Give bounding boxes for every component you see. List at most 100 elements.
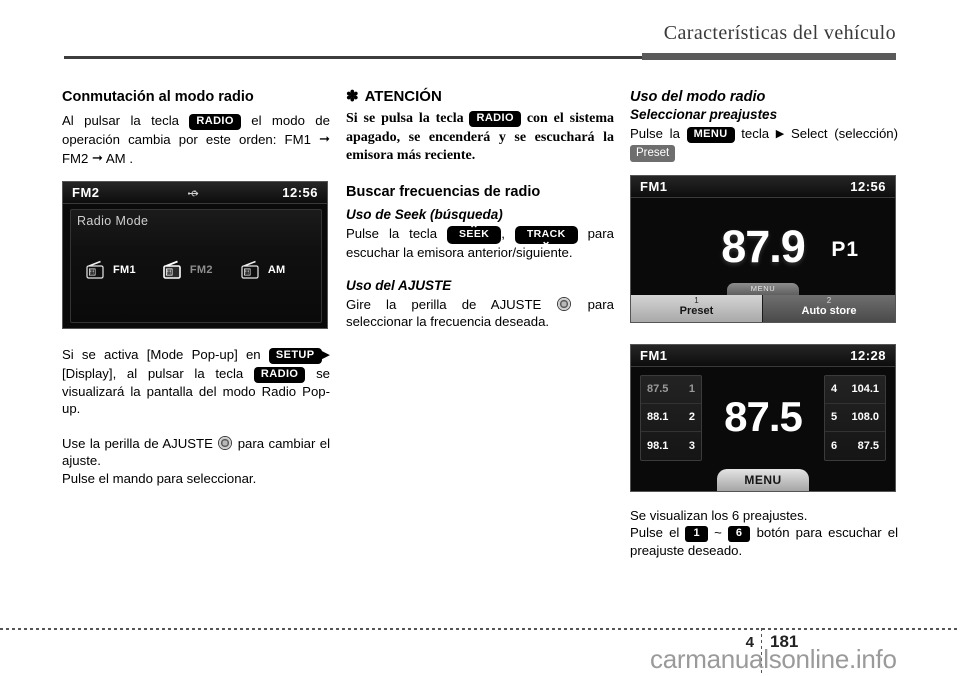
paragraph-pulse-mando: Pulse el mando para seleccionar. [62,470,257,486]
text-fragment: FM2 [62,150,89,166]
paragraph-modo-radio: Al pulsar la tecla RADIO el modo de oper… [62,112,330,167]
column-right: Uso del modo radio Seleccionar preajuste… [630,88,898,560]
preset-number: 5 [831,411,838,424]
text-fragment: Use la perilla de AJUSTE [62,435,213,451]
status-band-label: FM1 [640,178,668,194]
radio-mode-options: FM1 FM2 AM [79,250,315,290]
key-badge-setup: SETUP [268,348,322,365]
usb-icon [188,190,199,197]
preset-row[interactable]: 6 87.5 [825,432,885,460]
text-fragment: Gire la perilla de AJUSTE [346,296,542,312]
tab-number: 1 [694,295,699,305]
preset-number: 1 [688,383,695,396]
status-band-label: FM2 [72,185,100,201]
subheading-seek: Uso de Seek (búsqueda) [346,206,503,222]
text-fragment: Si se pulsa la tecla [346,111,464,126]
column-middle: ✽ ATENCIÓN Si se pulsa la tecla RADIO co… [346,88,614,331]
preset-row[interactable]: 98.1 3 [641,432,701,460]
radio-option-label: FM2 [189,264,213,277]
menu-tab[interactable]: MENU [727,282,799,295]
radio-option-am[interactable]: AM [240,260,286,281]
paragraph-pulse-boton: Pulse el 1 ~ 6 botón para escuchar el pr… [630,524,898,560]
arrow-right-icon: ➞ [319,131,330,147]
preset-frequency: 98.1 [647,440,669,453]
tab-label: Preset [679,304,714,317]
heading-buscar-frecuencias: Buscar frecuencias de radio [346,183,541,200]
tab-auto-store[interactable]: 2 Auto store [763,294,895,322]
preset-frequency: 88.1 [647,411,669,424]
text-fragment: Pulse el [630,525,680,540]
tune-knob-icon [218,435,233,450]
chevron-down-icon: ⌄ [541,233,552,248]
radio-mode-title: Radio Mode [77,214,149,229]
preset-frequency: 87.5 [857,440,879,453]
bottom-tabs: 1 Preset 2 Auto store [631,294,895,322]
notice-body: Si se pulsa la tecla RADIO con el sistem… [346,110,614,166]
preset-column-right: 4 104.1 5 108.0 6 87.5 [824,374,886,461]
text-fragment: Select (selección) [790,126,899,141]
preset-frequency: 108.0 [851,411,879,424]
key-badge-preset: Preset [630,144,676,162]
status-clock: 12:56 [282,185,318,201]
footer-divider [0,628,960,630]
tab-label: Auto store [801,304,857,317]
key-badge-preset-6: 6 [727,526,751,542]
paragraph-seek: Pulse la tecla ⌃ SEEK, TRACK ⌄ para escuch… [346,221,614,262]
radio-option-label: AM [267,264,286,277]
key-badge-menu: MENU [686,127,735,143]
key-badge-preset-1: 1 [685,526,708,542]
preset-row[interactable]: 4 104.1 [825,376,885,404]
paragraph-seis-preajustes: Se visualizan los 6 preajustes. [630,507,808,523]
text-fragment: tecla [741,126,770,141]
preset-number: 3 [688,440,695,453]
status-clock: 12:28 [850,347,886,363]
preset-number: 2 [688,411,695,424]
radio-device-icon [86,260,104,279]
key-badge-radio: RADIO [469,111,521,127]
preset-row[interactable]: 5 108.0 [825,404,885,433]
paragraph-ajuste-gire: Gire la perilla de AJUSTE para seleccion… [346,296,614,331]
header-divider-accent [642,53,896,60]
key-badge-radio: RADIO [253,366,306,383]
status-clock: 12:56 [850,178,886,194]
tab-preset[interactable]: 1 Preset [631,294,763,322]
arrow-right-icon: ➞ [92,149,103,165]
page-title: Características del vehículo [663,22,896,44]
text-fragment: [Display], al pulsar la tecla [62,365,244,381]
paragraph-ajuste: Use la perilla de AJUSTE para cambiar el… [62,435,330,470]
heading-conmutacion: Conmutación al modo radio [62,89,254,105]
column-left: Conmutación al modo radio Al pulsar la t… [62,88,330,487]
screenshot-radio-presets-list: FM1 12:28 87.5 87.5 1 88.1 2 98.1 3 4 10… [630,343,896,492]
text-fragment: , [501,225,505,241]
preset-number: 4 [831,383,838,396]
screenshot-radio-mode: FM2 12:56 Radio Mode FM1 FM2 AM [62,181,328,330]
radio-option-fm2[interactable]: FM2 [162,260,213,281]
radio-option-label: FM1 [113,264,136,277]
radio-device-icon-selected [163,260,181,279]
heading-uso-modo-radio: Uso del modo radio [630,89,766,105]
text-fragment: Pulse la [630,126,680,141]
text-fragment: AM . [105,150,133,166]
paragraph-popup: Si se activa [Mode Pop-up] en SETUP ▶ [Di… [62,346,330,418]
preset-row[interactable]: 87.5 1 [641,376,701,404]
preset-frequency: 104.1 [851,383,879,396]
text-fragment: Si se activa [Mode Pop-up] en [62,347,261,363]
text-fragment: ~ [714,525,722,540]
tune-knob-icon [557,296,572,311]
page-header: Características del vehículo [0,0,960,62]
subheading-ajuste: Uso del AJUSTE [346,278,452,293]
key-badge-radio: RADIO [189,114,241,131]
preset-indicator: P1 [831,237,859,261]
menu-tab[interactable]: MENU [717,468,809,491]
subheading-seleccionar-preajustes: Seleccionar preajustes [630,107,778,123]
text-fragment: Pulse la tecla [346,225,438,241]
radio-device-icon [241,260,259,279]
watermark: carmanualsonline.info [650,644,897,674]
key-badge-track: TRACK ⌄ [514,225,578,248]
preset-row[interactable]: 88.1 2 [641,404,701,433]
preset-column-left: 87.5 1 88.1 2 98.1 3 [640,374,702,461]
triangle-right-icon: ▶ [775,128,785,140]
radio-option-fm1[interactable]: FM1 [85,260,136,281]
preset-frequency: 87.5 [647,383,669,396]
chevron-up-icon: ⌃ [468,221,480,236]
